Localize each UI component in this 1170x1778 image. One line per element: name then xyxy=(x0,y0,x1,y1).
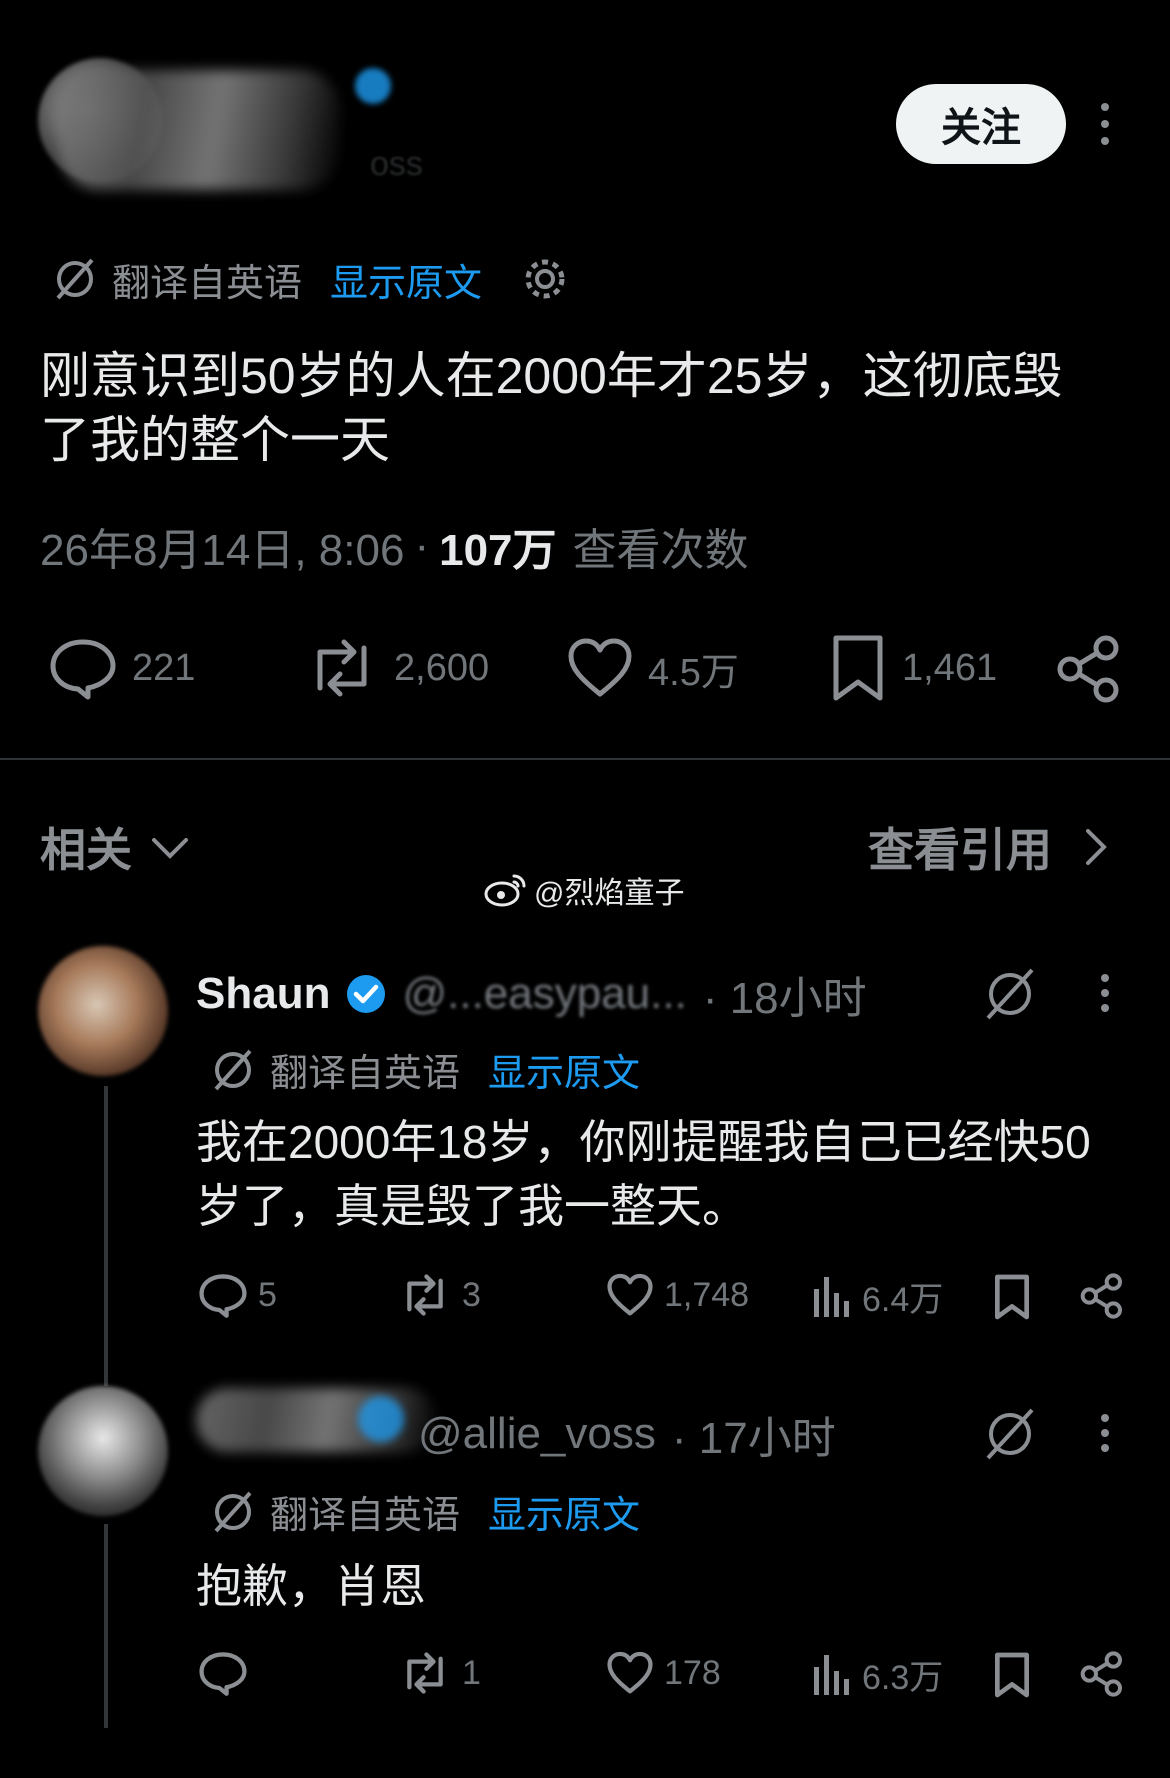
reply-icon xyxy=(198,1272,258,1318)
like-count: 178 xyxy=(664,1653,721,1692)
translated-from-label: 翻译自英语 xyxy=(112,262,303,305)
show-original-link[interactable]: 显示原文 xyxy=(330,252,482,307)
post-text: 刚意识到50岁的人在2000年才25岁，这彻底毁了我的整个一天 xyxy=(40,348,1063,468)
grok-icon[interactable] xyxy=(982,966,1038,1022)
author-handle: oss xyxy=(370,145,423,183)
reply-text: 抱歉，肖恩 xyxy=(196,1560,426,1612)
reply-more-options-icon[interactable] xyxy=(1099,1414,1111,1452)
verified-badge-icon xyxy=(355,68,391,104)
reply-views-button[interactable]: 6.3万 xyxy=(812,1650,943,1699)
views-count: 6.3万 xyxy=(862,1659,944,1697)
view-quotes-label: 查看引用 xyxy=(868,824,1052,876)
grok-icon[interactable] xyxy=(982,1406,1038,1462)
reply-author-handle: @allie_voss xyxy=(418,1409,656,1458)
reply-reply-button[interactable]: 5 xyxy=(198,1272,277,1318)
reply-like-button[interactable]: 178 xyxy=(606,1650,721,1696)
views-label: 查看次数 xyxy=(572,526,749,575)
translate-icon xyxy=(210,1489,256,1535)
like-count: 4.5万 xyxy=(648,651,739,694)
reply-repost-button[interactable]: 1 xyxy=(398,1650,481,1696)
views-chart-icon xyxy=(812,1275,862,1319)
translated-from-label: 翻译自英语 xyxy=(270,1053,461,1095)
thread-line xyxy=(104,1524,108,1728)
repost-count: 2,600 xyxy=(394,646,490,689)
reply-repost-button[interactable]: 3 xyxy=(398,1272,481,1318)
meta-separator: · xyxy=(414,521,430,570)
show-original-link[interactable]: 显示原文 xyxy=(488,1484,640,1539)
repost-icon xyxy=(398,1272,462,1318)
reply-author-handle: @...easypau... xyxy=(402,969,687,1018)
translate-icon xyxy=(210,1047,256,1093)
reply-header: @allie_voss · 17小时 xyxy=(418,1402,836,1466)
show-original-link[interactable]: 显示原文 xyxy=(488,1042,640,1097)
views-count: 6.4万 xyxy=(862,1281,944,1319)
reply-bookmark-icon[interactable] xyxy=(992,1272,1032,1322)
reply-count: 221 xyxy=(132,646,196,689)
reply-like-button[interactable]: 1,748 xyxy=(606,1272,749,1318)
repost-icon xyxy=(398,1650,462,1696)
reply-button[interactable]: 221 xyxy=(48,636,195,700)
reply-avatar[interactable] xyxy=(38,946,168,1076)
share-icon[interactable] xyxy=(1056,634,1122,704)
like-count: 1,748 xyxy=(664,1275,750,1314)
watermark: @烈焰童子 xyxy=(484,868,684,912)
reply-time: · 18小时 xyxy=(702,974,867,1023)
bookmark-icon xyxy=(828,632,902,704)
reply-translation-bar: 翻译自英语 显示原文 xyxy=(210,1042,640,1097)
related-sort-toggle[interactable]: 相关 xyxy=(40,814,190,880)
reply-share-icon[interactable] xyxy=(1080,1272,1124,1320)
reply-translation-bar: 翻译自英语 显示原文 xyxy=(210,1484,640,1539)
section-divider xyxy=(0,758,1170,760)
views-chart-icon xyxy=(812,1653,862,1697)
reply-icon xyxy=(48,636,132,700)
translation-bar: 翻译自英语 显示原文 xyxy=(52,252,568,307)
post-meta: 26年8月14日, 8:06 · 107万 查看次数 xyxy=(40,514,749,578)
reply-text: 我在2000年18岁，你刚提醒我自己已经快50岁了，真是毁了我一整天。 xyxy=(196,1116,1091,1232)
bookmark-count: 1,461 xyxy=(902,646,998,689)
weibo-logo-icon xyxy=(484,872,528,908)
follow-button[interactable]: 关注 xyxy=(896,84,1066,164)
repost-count: 1 xyxy=(462,1653,481,1692)
heart-icon xyxy=(606,1650,664,1696)
more-options-icon[interactable] xyxy=(1099,103,1111,145)
reply-share-icon[interactable] xyxy=(1080,1650,1124,1698)
post-date: 26年8月14日, 8:06 xyxy=(40,526,405,575)
like-button[interactable]: 4.5万 xyxy=(566,636,739,700)
reply-count: 5 xyxy=(258,1275,277,1314)
translation-settings-icon[interactable] xyxy=(522,256,568,302)
translated-from-label: 翻译自英语 xyxy=(270,1495,461,1537)
translate-icon xyxy=(52,256,98,302)
chevron-right-icon xyxy=(1082,825,1110,869)
verified-badge-icon xyxy=(344,972,388,1016)
heart-icon xyxy=(606,1272,664,1318)
reply-icon xyxy=(198,1650,258,1696)
reply-views-button[interactable]: 6.4万 xyxy=(812,1272,943,1321)
reply-time: · 17小时 xyxy=(671,1414,836,1463)
reply-reply-button[interactable] xyxy=(198,1650,258,1696)
author-name-redacted xyxy=(60,70,340,190)
bookmark-button[interactable]: 1,461 xyxy=(828,632,997,704)
repost-button[interactable]: 2,600 xyxy=(304,636,489,700)
reply-header: Shaun @...easypau... · 18小时 xyxy=(196,962,867,1026)
verified-badge-icon xyxy=(358,1396,404,1442)
chevron-down-icon xyxy=(150,832,190,862)
repost-count: 3 xyxy=(462,1275,481,1314)
related-label: 相关 xyxy=(40,824,132,876)
reply-more-options-icon[interactable] xyxy=(1099,974,1111,1012)
watermark-text: @烈焰童子 xyxy=(534,877,685,910)
heart-icon xyxy=(566,636,648,700)
reply-avatar[interactable] xyxy=(38,1386,168,1516)
reply-bookmark-icon[interactable] xyxy=(992,1650,1032,1700)
views-count: 107万 xyxy=(439,526,557,575)
view-quotes-link[interactable]: 查看引用 xyxy=(868,814,1110,880)
thread-line xyxy=(104,1086,108,1386)
reply-author-name[interactable]: Shaun xyxy=(196,969,330,1019)
repost-icon xyxy=(304,636,394,700)
